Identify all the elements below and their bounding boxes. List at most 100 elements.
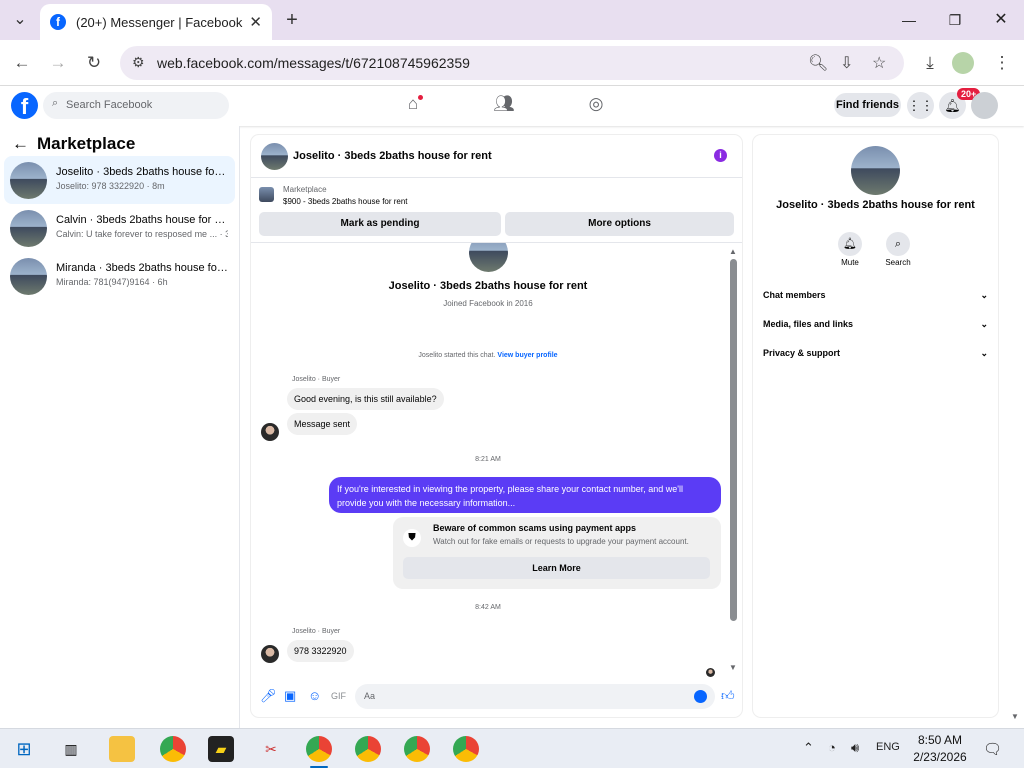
- chevron-down-icon: ⌄: [980, 290, 988, 300]
- language-indicator[interactable]: ENG: [876, 741, 900, 753]
- media-files-links-section[interactable]: Media, files and links ⌄: [763, 319, 988, 329]
- install-app-icon[interactable]: ⇩: [840, 53, 853, 73]
- conversation-name: Calvin · 3beds 2baths house for rent: [56, 214, 228, 226]
- learn-more-button[interactable]: Learn More: [403, 557, 710, 579]
- task-view-icon[interactable]: ▥: [58, 736, 84, 762]
- downloads-icon[interactable]: ⤓: [917, 50, 943, 76]
- scam-warning-title: Beware of common scams using payment app…: [433, 523, 637, 533]
- conversation-preview: Calvin: U take forever to resposed me ..…: [56, 229, 228, 239]
- address-bar[interactable]: ⚙ web.facebook.com/messages/t/6721087459…: [120, 46, 904, 80]
- profile-avatar: [469, 243, 508, 272]
- view-buyer-profile-link[interactable]: View buyer profile: [497, 352, 557, 359]
- sticker-icon[interactable]: ☺: [308, 688, 321, 703]
- file-explorer-icon[interactable]: [109, 736, 135, 762]
- chrome-active-icon[interactable]: [306, 736, 332, 762]
- wifi-icon[interactable]: ◔: [828, 740, 836, 755]
- profile-avatar-icon[interactable]: [952, 52, 974, 74]
- tab-title: (20+) Messenger | Facebook: [76, 14, 243, 30]
- friends-icon[interactable]: 👥︎: [492, 94, 516, 118]
- account-avatar-icon[interactable]: [971, 92, 998, 119]
- message-thread[interactable]: Joselito · 3beds 2baths house for rent J…: [251, 242, 742, 677]
- conversation-item[interactable]: Joselito · 3beds 2baths house for rent J…: [4, 156, 235, 204]
- forward-icon[interactable]: →: [45, 50, 71, 76]
- buyer-avatar[interactable]: [261, 423, 279, 441]
- chrome-profile-icon[interactable]: [160, 736, 186, 762]
- chrome-profile-icon[interactable]: [355, 736, 381, 762]
- scrollbar-thumb[interactable]: [730, 259, 737, 621]
- tab-close-icon[interactable]: ✕: [249, 13, 262, 31]
- sticky-notes-icon[interactable]: ▰: [208, 736, 234, 762]
- conversation-preview: Miranda: 781(947)9164 · 6h: [56, 277, 168, 287]
- volume-icon[interactable]: 🔊︎: [851, 740, 859, 756]
- new-tab-button[interactable]: +: [278, 6, 306, 34]
- menu-grid-icon[interactable]: ⋮⋮: [907, 92, 934, 119]
- tray-overflow-chevron-icon[interactable]: ⌃: [803, 740, 814, 756]
- outgoing-message-bubble[interactable]: If you're interested in viewing the prop…: [329, 477, 721, 513]
- find-friends-button[interactable]: Find friends: [834, 93, 901, 117]
- chat-members-section[interactable]: Chat members ⌄: [763, 290, 988, 300]
- chat-header: Joselito · 3beds 2baths house for rent i: [251, 135, 742, 178]
- menu-kebab-icon[interactable]: ⋮: [989, 50, 1015, 76]
- back-icon[interactable]: ←: [9, 50, 35, 76]
- groups-icon[interactable]: ◎: [584, 94, 608, 118]
- chrome-profile-icon[interactable]: [453, 736, 479, 762]
- search-icon: ⌕: [52, 97, 59, 109]
- listing-price[interactable]: $900 - 3beds 2baths house for rent: [283, 197, 408, 206]
- close-window-icon[interactable]: ✕: [978, 0, 1024, 40]
- sender-label: Joselito · Buyer: [292, 628, 341, 635]
- message-bubble[interactable]: Message sent: [287, 413, 358, 435]
- chat-title[interactable]: Joselito · 3beds 2baths house for rent: [293, 150, 492, 162]
- system-clock[interactable]: 8:50 AM 2/23/2026: [905, 732, 975, 766]
- marketplace-label: Marketplace: [283, 185, 327, 194]
- back-arrow-icon[interactable]: ←: [12, 134, 29, 153]
- page-scroll-down-icon[interactable]: ▼: [1011, 712, 1019, 721]
- info-icon[interactable]: i: [714, 149, 727, 162]
- message-bubble[interactable]: 978 3322920: [287, 640, 354, 662]
- notification-center-icon[interactable]: 🗨︎: [983, 740, 1002, 758]
- section-label: Media, files and links: [763, 319, 854, 329]
- section-label: Privacy & support: [763, 348, 841, 358]
- snipping-tool-icon[interactable]: ✂: [258, 736, 284, 762]
- message-input[interactable]: Aa: [355, 684, 715, 709]
- chat-avatar[interactable]: [261, 143, 288, 170]
- browser-tab[interactable]: f (20+) Messenger | Facebook ✕: [40, 4, 272, 40]
- mark-as-pending-button[interactable]: Mark as pending: [259, 212, 501, 236]
- site-settings-icon[interactable]: ⚙: [132, 54, 145, 71]
- like-thumb-icon[interactable]: 👍︎: [721, 688, 735, 704]
- gif-icon[interactable]: GIF: [331, 691, 346, 701]
- sender-label: Joselito · Buyer: [292, 376, 341, 383]
- bookmark-star-icon[interactable]: ☆: [872, 53, 886, 73]
- restore-icon[interactable]: ❐: [932, 0, 978, 40]
- more-options-button[interactable]: More options: [505, 212, 734, 236]
- message-bubble[interactable]: Good evening, is this still available?: [287, 388, 444, 410]
- reload-icon[interactable]: ↻: [81, 50, 107, 76]
- facebook-search-input[interactable]: ⌕ Search Facebook: [43, 92, 229, 119]
- zoom-icon[interactable]: 🔍︎: [808, 53, 828, 73]
- tab-search-chevron-icon[interactable]: ⌄: [6, 6, 34, 34]
- minimize-icon[interactable]: —: [886, 0, 932, 40]
- listing-avatar[interactable]: [851, 146, 900, 195]
- privacy-support-section[interactable]: Privacy & support ⌄: [763, 348, 988, 358]
- buyer-avatar[interactable]: [261, 645, 279, 663]
- panel-header: ← Marketplace: [12, 134, 135, 154]
- scroll-down-arrow-icon[interactable]: ▼: [729, 663, 737, 672]
- emoji-icon[interactable]: [694, 690, 707, 703]
- conversation-item[interactable]: Calvin · 3beds 2baths house for rent Cal…: [4, 204, 235, 252]
- search-label: Search: [885, 258, 911, 267]
- mute-bell-icon[interactable]: 🔔︎: [838, 232, 862, 256]
- windows-start-icon[interactable]: ⊞: [11, 736, 37, 762]
- microphone-icon[interactable]: 🎤︎: [260, 688, 277, 704]
- joined-text: Joined Facebook in 2016: [443, 299, 533, 308]
- chevron-down-icon: ⌄: [980, 319, 988, 329]
- listing-thumbnail[interactable]: [259, 187, 274, 202]
- conversation-item[interactable]: Miranda · 3beds 2baths house for rent Mi…: [4, 252, 235, 300]
- photo-icon[interactable]: ▣: [284, 688, 296, 704]
- clock-date: 2/23/2026: [913, 750, 967, 764]
- facebook-logo-icon[interactable]: f: [11, 92, 38, 119]
- scroll-up-arrow-icon[interactable]: ▲: [729, 247, 737, 256]
- section-label: Chat members: [763, 290, 826, 300]
- facebook-favicon-icon: f: [50, 14, 66, 30]
- search-icon[interactable]: ⌕: [886, 232, 910, 256]
- listing-avatar: [10, 258, 47, 295]
- chrome-profile-icon[interactable]: [404, 736, 430, 762]
